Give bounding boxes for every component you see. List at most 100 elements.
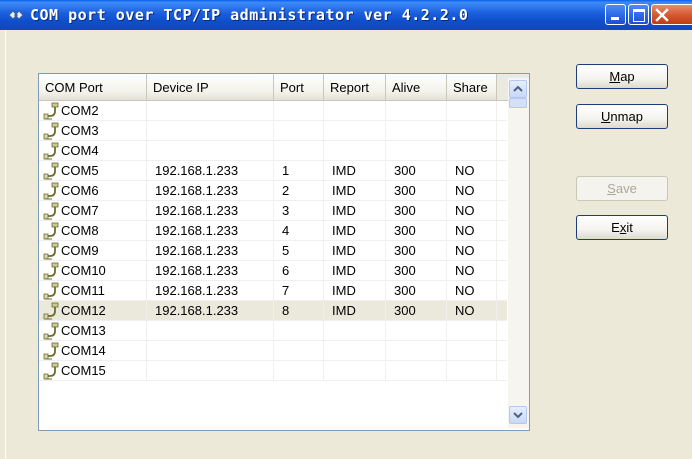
column-header-port[interactable]: Port: [274, 74, 324, 100]
cell-report: IMD: [324, 201, 386, 220]
cell-device-ip: [147, 141, 274, 160]
maximize-button[interactable]: [628, 4, 649, 25]
cell-com-port: COM13: [39, 321, 147, 340]
cell-alive: [386, 321, 447, 340]
serial-port-icon: [43, 262, 59, 279]
cell-alive: [386, 341, 447, 360]
cell-report: IMD: [324, 301, 386, 320]
table-row[interactable]: COM3: [39, 121, 507, 141]
cell-report: [324, 341, 386, 360]
save-button[interactable]: Save: [576, 176, 668, 201]
minimize-button[interactable]: [605, 4, 626, 25]
cell-com-port: COM9: [39, 241, 147, 260]
column-header-report[interactable]: Report: [324, 74, 386, 100]
com-port-label: COM15: [61, 363, 106, 378]
cell-alive: [386, 361, 447, 380]
cell-alive: [386, 101, 447, 120]
cell-alive: 300: [386, 241, 447, 260]
cell-report: IMD: [324, 221, 386, 240]
cell-com-port: COM11: [39, 281, 147, 300]
cell-alive: 300: [386, 221, 447, 240]
cell-device-ip: 192.168.1.233: [147, 161, 274, 180]
cell-port: 3: [274, 201, 324, 220]
table-row[interactable]: COM7 192.168.1.233 3 IMD 300 NO: [39, 201, 507, 221]
cell-port: [274, 121, 324, 140]
cell-share: [447, 361, 497, 380]
table-row[interactable]: COM11 192.168.1.233 7 IMD 300 NO: [39, 281, 507, 301]
table-row[interactable]: COM8 192.168.1.233 4 IMD 300 NO: [39, 221, 507, 241]
scroll-up-button[interactable]: [509, 80, 527, 98]
table-row[interactable]: COM5 192.168.1.233 1 IMD 300 NO: [39, 161, 507, 181]
table-row[interactable]: COM13: [39, 321, 507, 341]
column-header-device-ip[interactable]: Device IP: [147, 74, 274, 100]
cell-com-port: COM2: [39, 101, 147, 120]
table-row[interactable]: COM14: [39, 341, 507, 361]
close-icon: [655, 8, 669, 22]
list-header: COM Port Device IP Port Report Alive Sha…: [39, 74, 529, 101]
com-port-label: COM9: [61, 243, 99, 258]
com-port-label: COM8: [61, 223, 99, 238]
cell-share: NO: [447, 261, 497, 280]
cell-com-port: COM3: [39, 121, 147, 140]
vertical-scrollbar[interactable]: [508, 78, 529, 428]
com-port-list[interactable]: COM Port Device IP Port Report Alive Sha…: [38, 73, 530, 431]
cell-report: IMD: [324, 261, 386, 280]
cell-alive: 300: [386, 161, 447, 180]
cell-device-ip: 192.168.1.233: [147, 201, 274, 220]
chevron-up-icon: [513, 85, 523, 92]
cell-device-ip: [147, 101, 274, 120]
column-header-share[interactable]: Share: [447, 74, 497, 100]
cell-report: [324, 101, 386, 120]
cell-report: [324, 121, 386, 140]
cell-device-ip: [147, 341, 274, 360]
cell-com-port: COM5: [39, 161, 147, 180]
cell-port: 7: [274, 281, 324, 300]
cell-report: IMD: [324, 161, 386, 180]
serial-port-icon: [43, 102, 59, 119]
title-bar[interactable]: COM port over TCP/IP administrator ver 4…: [0, 0, 692, 30]
cell-report: [324, 321, 386, 340]
table-row[interactable]: COM10 192.168.1.233 6 IMD 300 NO: [39, 261, 507, 281]
cell-device-ip: [147, 121, 274, 140]
column-header-com-port[interactable]: COM Port: [39, 74, 147, 100]
cell-alive: [386, 141, 447, 160]
cell-alive: [386, 121, 447, 140]
serial-port-icon: [43, 302, 59, 319]
cell-com-port: COM12: [39, 301, 147, 320]
network-icon: [8, 10, 24, 20]
cell-com-port: COM15: [39, 361, 147, 380]
com-port-label: COM6: [61, 183, 99, 198]
cell-share: NO: [447, 281, 497, 300]
cell-port: [274, 101, 324, 120]
cell-device-ip: 192.168.1.233: [147, 281, 274, 300]
serial-port-icon: [43, 202, 59, 219]
unmap-button[interactable]: Unmap: [576, 104, 668, 129]
serial-port-icon: [43, 242, 59, 259]
scrollbar-thumb[interactable]: [509, 98, 527, 108]
cell-share: [447, 121, 497, 140]
cell-port: 6: [274, 261, 324, 280]
table-row[interactable]: COM15: [39, 361, 507, 381]
table-row[interactable]: COM6 192.168.1.233 2 IMD 300 NO: [39, 181, 507, 201]
exit-button[interactable]: Exit: [576, 215, 668, 240]
cell-port: [274, 361, 324, 380]
com-port-label: COM4: [61, 143, 99, 158]
close-button[interactable]: [651, 4, 692, 25]
map-button[interactable]: Map: [576, 64, 668, 89]
cell-share: NO: [447, 161, 497, 180]
column-header-alive[interactable]: Alive: [386, 74, 447, 100]
scroll-down-button[interactable]: [509, 406, 527, 424]
window-title: COM port over TCP/IP administrator ver 4…: [30, 6, 469, 24]
table-row[interactable]: COM2: [39, 101, 507, 121]
com-port-label: COM12: [61, 303, 106, 318]
com-port-label: COM3: [61, 123, 99, 138]
com-port-label: COM7: [61, 203, 99, 218]
cell-port: 4: [274, 221, 324, 240]
cell-report: IMD: [324, 181, 386, 200]
table-row[interactable]: COM12 192.168.1.233 8 IMD 300 NO: [39, 301, 507, 321]
serial-port-icon: [43, 342, 59, 359]
table-row[interactable]: COM4: [39, 141, 507, 161]
cell-device-ip: 192.168.1.233: [147, 261, 274, 280]
table-row[interactable]: COM9 192.168.1.233 5 IMD 300 NO: [39, 241, 507, 261]
cell-report: IMD: [324, 281, 386, 300]
